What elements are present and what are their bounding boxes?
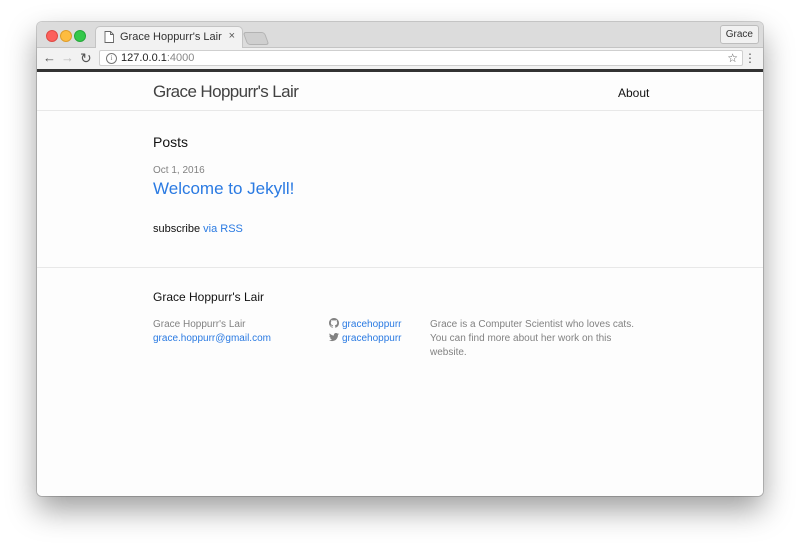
twitter-link[interactable]: gracehoppurr: [342, 333, 401, 344]
new-tab-button[interactable]: [242, 32, 270, 45]
back-icon[interactable]: ←: [43, 49, 56, 67]
reload-icon[interactable]: ↻: [80, 49, 92, 67]
github-row: gracehoppurr: [329, 318, 401, 332]
subscribe-text: subscribe: [153, 223, 204, 235]
profile-button[interactable]: Grace: [719, 25, 759, 44]
subscribe-line: subscribe via RSS: [153, 223, 243, 235]
rss-link[interactable]: via RSS: [203, 223, 243, 235]
github-link[interactable]: gracehoppurr: [342, 319, 401, 330]
site-header: Grace Hoppurr's Lair About: [37, 72, 763, 111]
window-maximize-button[interactable]: [74, 30, 86, 42]
window-minimize-button[interactable]: [60, 30, 72, 42]
github-icon: [329, 318, 339, 328]
document-icon: [104, 31, 114, 43]
url-host: 127.0.0.1: [121, 52, 167, 64]
browser-tab[interactable]: Grace Hoppurr's Lair ×: [95, 26, 243, 48]
browser-menu-icon[interactable]: ⋮: [744, 50, 756, 66]
footer-name: Grace Hoppurr's Lair: [153, 319, 246, 330]
site-footer: Grace Hoppurr's Lair Grace Hoppurr's Lai…: [37, 267, 763, 496]
address-bar[interactable]: i 127.0.0.1:4000 ☆: [99, 50, 743, 66]
footer-description: Grace is a Computer Scientist who loves …: [430, 319, 634, 358]
footer-heading: Grace Hoppurr's Lair: [153, 290, 264, 304]
window-close-button[interactable]: [46, 30, 58, 42]
url-port: :4000: [166, 52, 195, 64]
bookmark-star-icon[interactable]: ☆: [727, 51, 738, 65]
browser-window: Grace Hoppurr's Lair × Grace ← → ↻ i 127…: [37, 22, 763, 496]
posts-heading: Posts: [153, 134, 189, 150]
tab-title: Grace Hoppurr's Lair: [120, 31, 222, 43]
post-date: Oct 1, 2016: [153, 165, 205, 176]
nav-link-about[interactable]: About: [618, 86, 649, 100]
post-title-link[interactable]: Welcome to Jekyll!: [153, 179, 294, 199]
tab-close-icon[interactable]: ×: [229, 30, 235, 42]
info-icon[interactable]: i: [106, 53, 117, 64]
footer-email-link[interactable]: grace.hoppurr@gmail.com: [153, 332, 271, 346]
twitter-row: gracehoppurr: [329, 332, 401, 346]
site-title[interactable]: Grace Hoppurr's Lair: [153, 82, 299, 102]
page-content: Grace Hoppurr's Lair About Posts Oct 1, …: [37, 72, 763, 496]
footer-social: gracehoppurr gracehoppurr: [329, 318, 401, 346]
twitter-icon: [329, 332, 339, 342]
footer-contact: Grace Hoppurr's Lair grace.hoppurr@gmail…: [153, 318, 271, 346]
url-text[interactable]: 127.0.0.1:4000: [121, 52, 194, 64]
browser-toolbar: ← → ↻ i 127.0.0.1:4000 ☆ ⋮: [37, 48, 763, 72]
forward-icon[interactable]: →: [61, 49, 74, 67]
tab-bar: Grace Hoppurr's Lair × Grace: [37, 22, 763, 48]
